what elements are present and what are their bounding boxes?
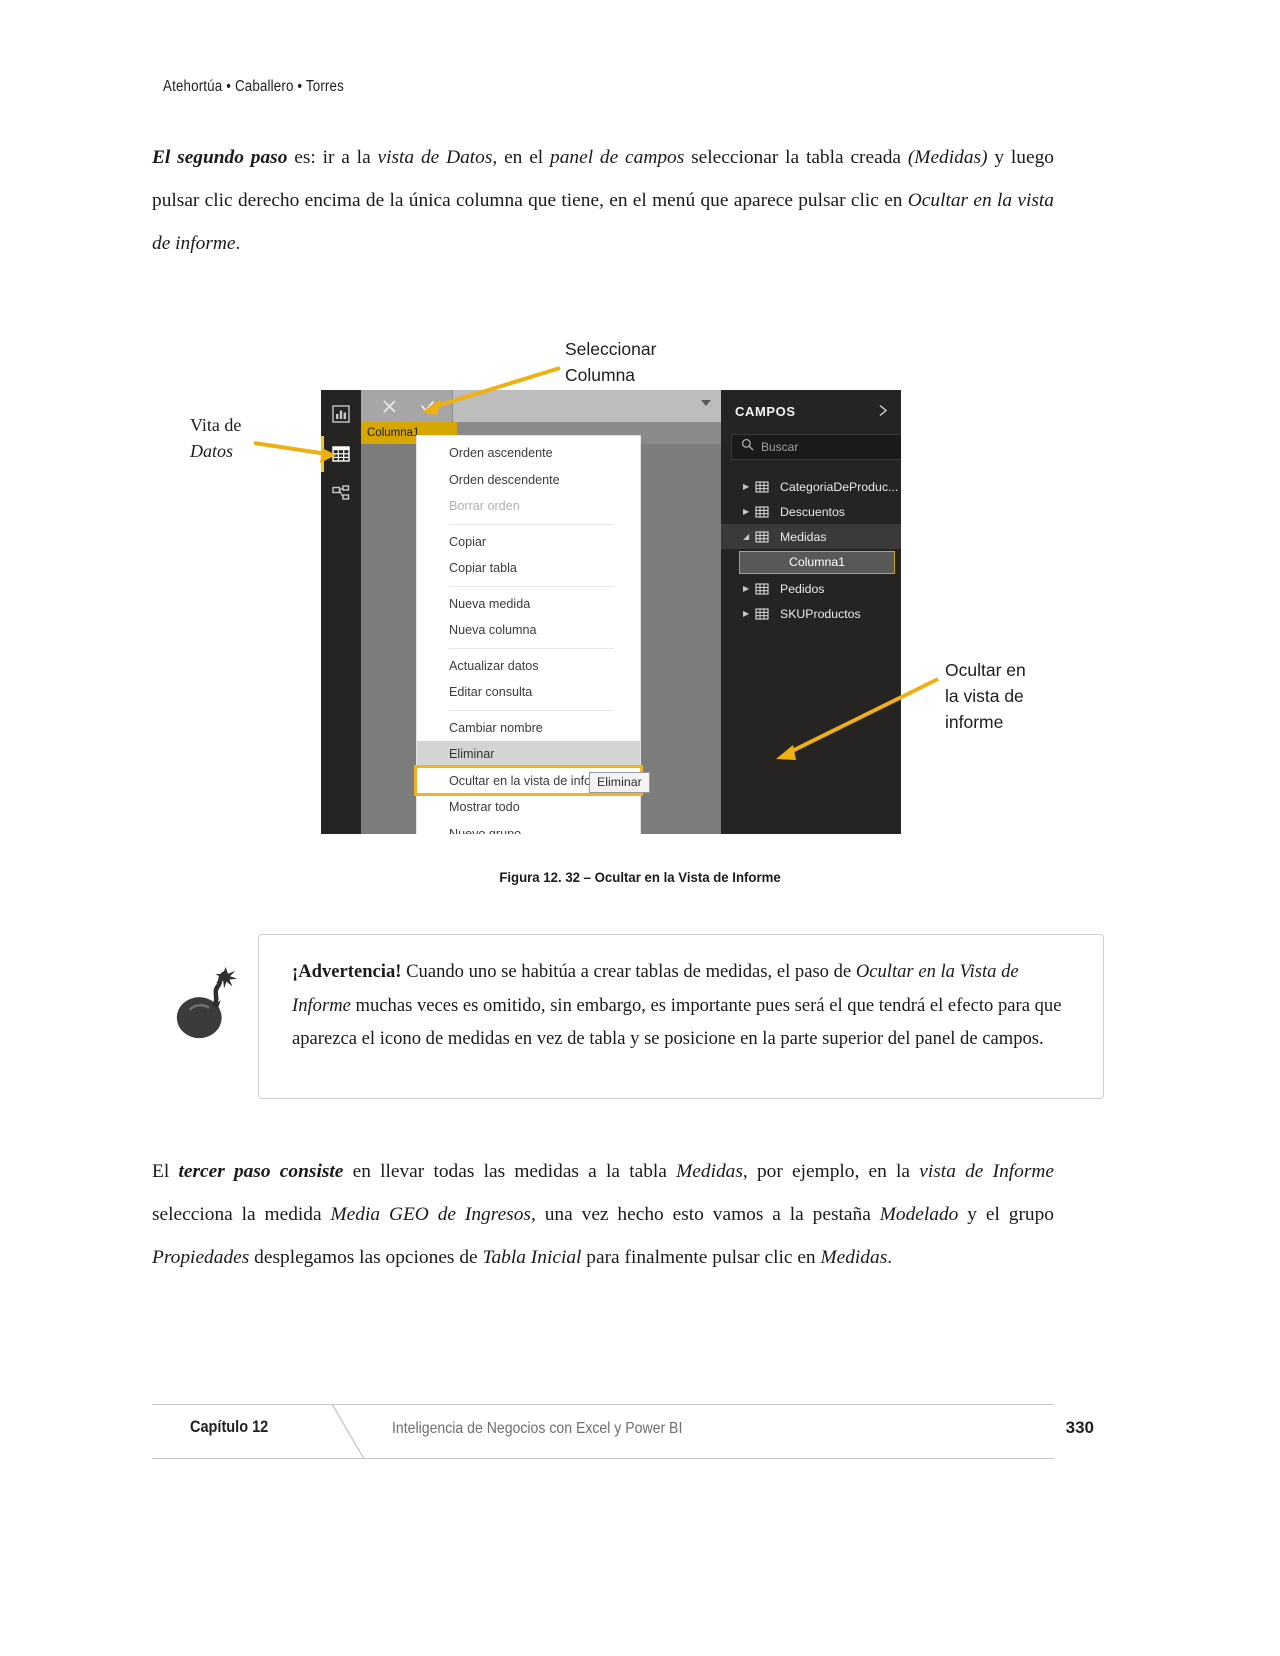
annotation-line: Datos — [190, 441, 234, 461]
annotation-vista-de-datos: Vita de Datos — [190, 412, 241, 464]
p3-t7: para finalmente pulsar clic en — [581, 1247, 821, 1268]
p3-i7: Medidas — [820, 1247, 888, 1268]
p3-t3: selecciona la medida — [152, 1204, 331, 1225]
figure-caption: Figura 12. 32 – Ocultar en la Vista de I… — [499, 870, 781, 886]
warning-t1: Cuando uno se habitúa a crear tablas de … — [401, 961, 856, 982]
annotation-line: Columna — [565, 365, 636, 385]
p3-i3: Media GEO de Ingresos, — [330, 1204, 536, 1225]
menu-item-nueva-columna[interactable]: Nueva columna — [417, 617, 640, 644]
menu-item-editar-consulta[interactable]: Editar consulta — [417, 679, 640, 706]
p3-t4: una vez hecho esto vamos a la pestaña — [535, 1204, 880, 1225]
menu-item-borrar-orden: Borrar orden — [449, 499, 520, 513]
p3-i6: Tabla Inicial — [482, 1247, 582, 1268]
footer-page-number: 330 — [1065, 1418, 1094, 1437]
warning-t2: muchas veces es omitido, sin embargo, es… — [292, 994, 1062, 1050]
warning-label: ¡Advertencia! — [292, 961, 402, 982]
menu-separator — [449, 647, 614, 649]
p3-t8: . — [887, 1247, 893, 1268]
footer-slash — [331, 1404, 365, 1459]
annotation-line: Ocultar en — [945, 660, 1026, 680]
footer-rule-top — [152, 1404, 1054, 1405]
footer-chapter: Capítulo 12 — [190, 1418, 269, 1436]
menu-separator — [449, 523, 614, 525]
bomb-icon — [176, 966, 238, 1039]
p3-i5: Propiedades — [152, 1247, 250, 1268]
menu-item-eliminar[interactable]: Eliminar — [417, 741, 640, 768]
annotation-ocultar-en-la-vista-de-informe: Ocultar en la vista de informe — [945, 657, 1026, 735]
menu-item-copiar-tabla[interactable]: Copiar tabla — [417, 555, 640, 582]
warning-box: ¡Advertencia! Cuando uno se habitúa a cr… — [258, 934, 1104, 1099]
menu-item-actualizar-datos[interactable]: Actualizar datos — [417, 653, 640, 680]
footer-rule-bottom — [152, 1458, 1054, 1459]
p3-t1: en llevar todas las medidas a la tabla — [343, 1161, 677, 1182]
menu-item-nueva-medida[interactable]: Nueva medida — [417, 591, 640, 618]
tooltip-eliminar: Eliminar — [589, 771, 650, 793]
menu-item-cambiar-nombre[interactable]: Cambiar nombre — [417, 715, 640, 742]
warning-text: ¡Advertencia! Cuando uno se habitúa a cr… — [292, 955, 1077, 1056]
menu-item-copiar[interactable]: Copiar — [417, 529, 640, 556]
menu-separator — [449, 585, 614, 587]
p3-t6: desplegamos las opciones de — [249, 1247, 483, 1268]
annotation-line: Seleccionar — [565, 339, 657, 359]
annotation-seleccionar-columna: Seleccionar Columna — [565, 336, 656, 388]
p3-bold-italic: tercer paso consiste — [178, 1161, 344, 1182]
p3-i4: Modelado — [879, 1204, 959, 1225]
p3-t2: , por ejemplo, en la — [742, 1161, 920, 1182]
p3-t0: El — [152, 1161, 179, 1182]
menu-item-mostrar-todo[interactable]: Mostrar todo — [417, 794, 640, 821]
annotation-line: Vita de — [190, 415, 242, 435]
menu-item-ocultar-wrap: Ocultar en la vista de informe Eliminar — [414, 764, 650, 796]
menu-separator — [449, 709, 614, 711]
menu-item-nuevo-grupo[interactable]: Nuevo grupo — [417, 821, 640, 835]
menu-item-orden-ascendente[interactable]: Orden ascendente — [417, 440, 640, 467]
annotation-line: informe — [945, 712, 1004, 732]
document-page: Atehortúa • Caballero • Torres El segund… — [0, 0, 1280, 1656]
context-menu: Orden ascendente Orden descendente Borra… — [414, 435, 650, 835]
p3-i2: vista de Informe — [919, 1161, 1055, 1182]
menu-item-orden-descendente[interactable]: Orden descendente — [417, 467, 640, 494]
p3-i1: Medidas — [676, 1161, 743, 1182]
footer-book-title: Inteligencia de Negocios con Excel y Pow… — [392, 1420, 683, 1437]
p3-t5: y el grupo — [958, 1204, 1054, 1225]
annotation-line: la vista de — [945, 686, 1024, 706]
paragraph-tercer-paso: El tercer paso consiste en llevar todas … — [152, 1150, 1054, 1279]
